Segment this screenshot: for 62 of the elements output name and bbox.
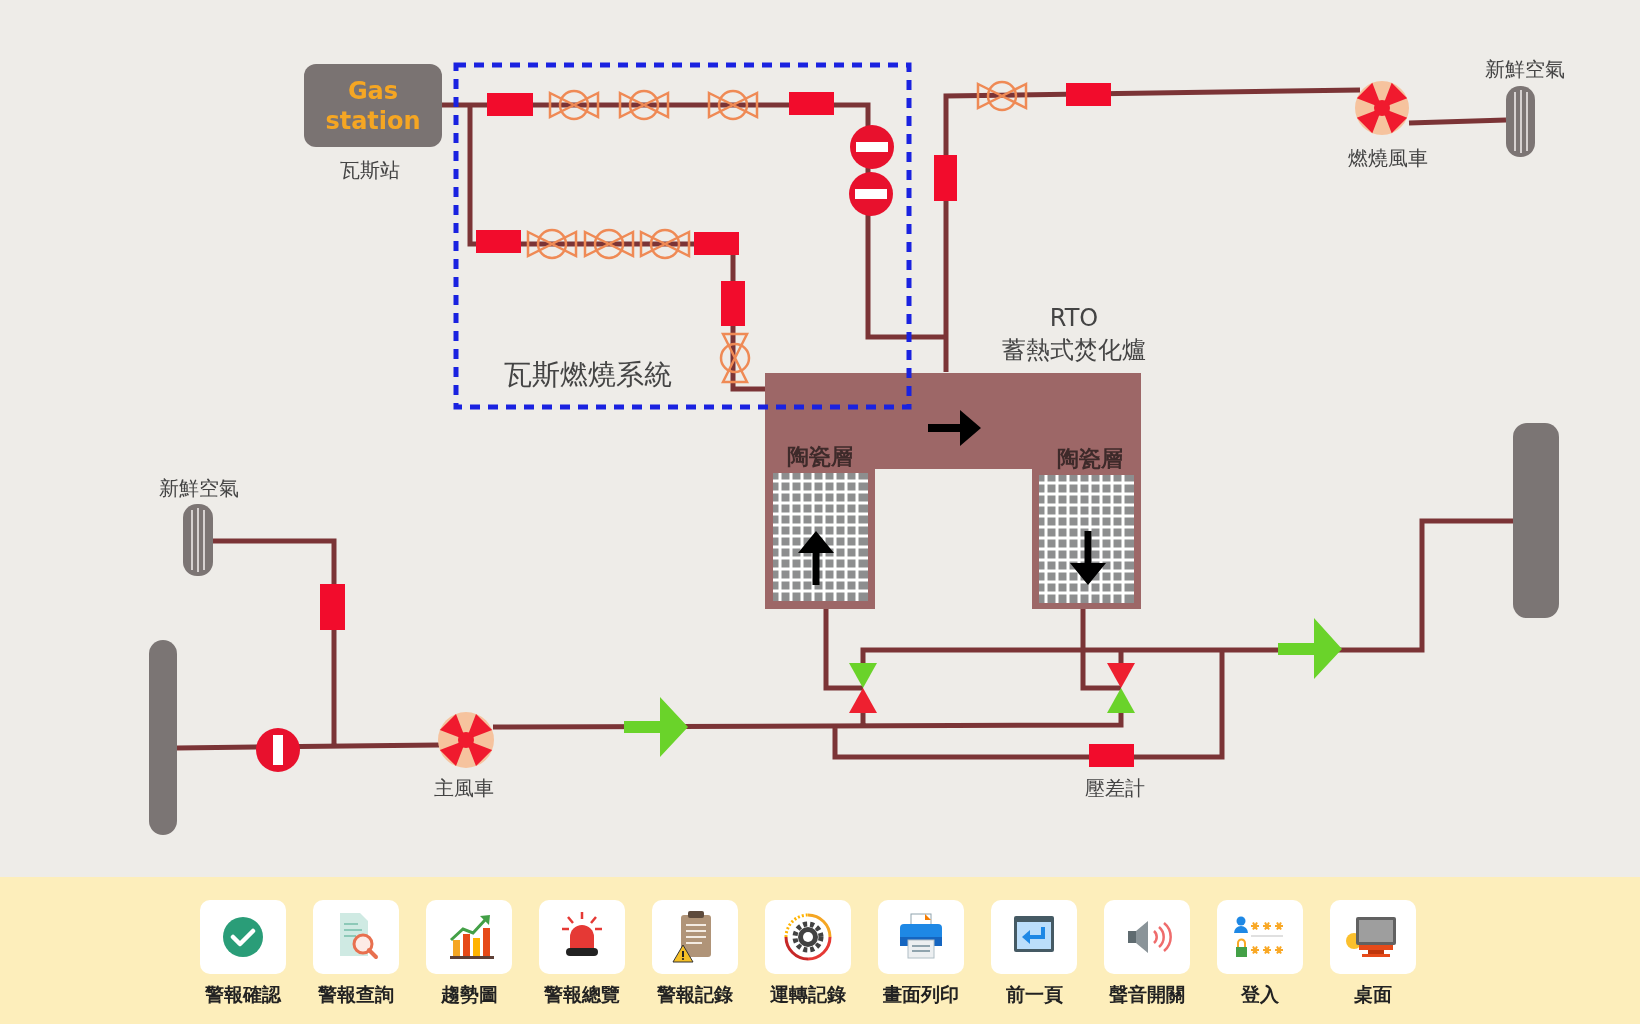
- equipment-label: 新鮮空氣: [1485, 57, 1565, 81]
- toolbar-button[interactable]: 警報總覽: [539, 900, 625, 1024]
- fan-icon: [438, 712, 494, 768]
- valve-icon: [583, 228, 635, 260]
- air-inlet-icon: [1506, 86, 1535, 157]
- toolbar-button[interactable]: 桌面: [1330, 900, 1416, 1024]
- arrow-right-icon: [928, 410, 981, 446]
- bar-chart-icon: [426, 900, 512, 974]
- duct-end-icon: [149, 640, 177, 835]
- toolbar-button[interactable]: 聲音開關: [1104, 900, 1190, 1024]
- toolbar-button[interactable]: 前一頁: [991, 900, 1077, 1024]
- valve-icon: [639, 228, 691, 260]
- siren-icon: [539, 900, 625, 974]
- toolbar-button[interactable]: 趨勢圖: [426, 900, 512, 1024]
- printer-icon: [878, 900, 964, 974]
- rto-title: RTO: [1049, 304, 1099, 332]
- pipe-fitting-icon: [476, 230, 521, 253]
- document-search-icon: [313, 900, 399, 974]
- valve-icon: [618, 89, 670, 121]
- equipment-label: 瓦斯站: [340, 158, 400, 182]
- pipe-fitting-icon: [1066, 83, 1111, 106]
- valve-icon: [707, 89, 759, 121]
- duct-end-icon: [1513, 423, 1559, 618]
- pipe-fitting-icon: [320, 584, 345, 630]
- toolbar-button[interactable]: 登入: [1217, 900, 1303, 1024]
- toolbar-button[interactable]: 警報查詢: [313, 900, 399, 1024]
- equipment-label: 主風車: [434, 776, 494, 800]
- monitor-icon: [1330, 900, 1416, 974]
- air-inlet-icon: [183, 504, 213, 576]
- valve-icon: [719, 332, 751, 384]
- toolbar-button[interactable]: 畫面列印: [878, 900, 964, 1024]
- no-entry-icon: [256, 728, 300, 772]
- check-icon: [200, 900, 286, 974]
- flow-arrow-icon: [1278, 618, 1342, 679]
- pipe-fitting-icon: [694, 232, 739, 255]
- clipboard-warning-icon: [652, 900, 738, 974]
- toolbar-button[interactable]: 運轉記錄: [765, 900, 851, 1024]
- system-label: 瓦斯燃燒系統: [504, 357, 672, 391]
- gear-icon: [765, 900, 851, 974]
- valve-icon: [548, 89, 600, 121]
- equipment-label: 壓差計: [1085, 776, 1145, 800]
- equipment-label: 新鮮空氣: [159, 476, 239, 500]
- equipment-label: 燃燒風車: [1348, 146, 1428, 170]
- ceramic-bed-label: 陶瓷層: [787, 443, 853, 469]
- toolbar-button[interactable]: 警報記錄: [652, 900, 738, 1024]
- pipe-fitting-icon: [721, 281, 745, 326]
- user-password-icon: [1217, 900, 1303, 974]
- speaker-icon: [1104, 900, 1190, 974]
- fan-icon: [1355, 81, 1409, 135]
- valve-icon: [526, 228, 578, 260]
- ceramic-bed-label: 陶瓷層: [1057, 445, 1123, 471]
- no-entry-icon: [849, 172, 893, 216]
- valve-icon: [976, 80, 1028, 112]
- flow-arrow-icon: [624, 697, 688, 757]
- pipe-fitting-icon: [789, 92, 834, 115]
- rto-subtitle: 蓄熱式焚化爐: [1002, 336, 1146, 364]
- toolbar-button[interactable]: 警報確認: [200, 900, 286, 1024]
- pipe-fitting-icon: [934, 155, 957, 201]
- gas-station-node: Gas station: [304, 64, 442, 147]
- pipe-fitting-icon: [487, 93, 533, 116]
- pressure-gauge-icon: [1089, 744, 1134, 767]
- no-entry-icon: [850, 125, 894, 169]
